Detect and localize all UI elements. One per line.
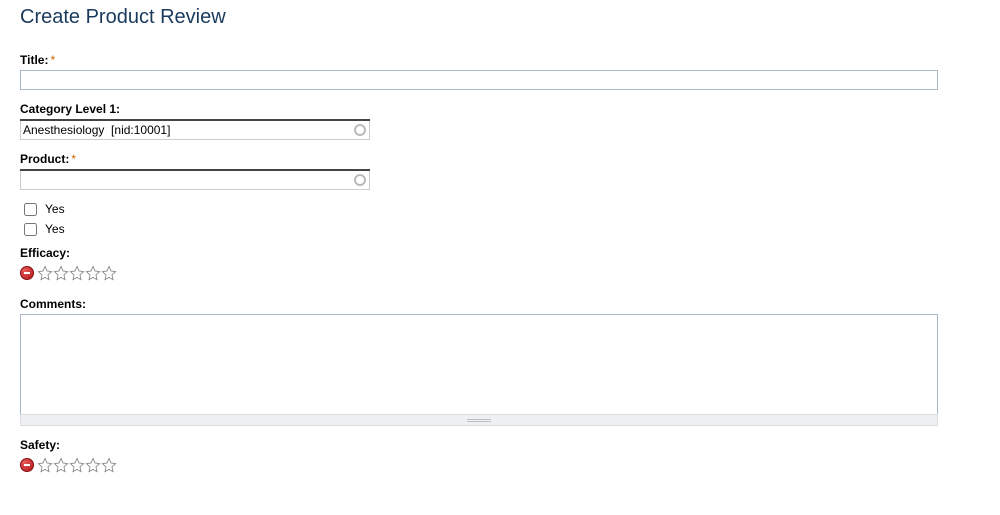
product-autocomplete bbox=[20, 169, 370, 190]
safety-field-row: Safety: bbox=[20, 438, 980, 473]
product-input[interactable] bbox=[20, 171, 370, 190]
efficacy-star-5[interactable] bbox=[101, 265, 117, 281]
safety-star-5[interactable] bbox=[101, 457, 117, 473]
checkbox2-label: Yes bbox=[45, 222, 65, 236]
efficacy-label: Efficacy: bbox=[20, 246, 70, 260]
category1-autocomplete bbox=[20, 119, 370, 140]
title-field-row: Title:* bbox=[20, 53, 980, 90]
efficacy-star-4[interactable] bbox=[85, 265, 101, 281]
checkbox1[interactable] bbox=[24, 203, 37, 216]
title-input[interactable] bbox=[20, 70, 938, 90]
efficacy-star-2[interactable] bbox=[53, 265, 69, 281]
category1-field-row: Category Level 1: bbox=[20, 102, 980, 140]
checkbox2-row: Yes bbox=[24, 222, 980, 236]
page-title: Create Product Review bbox=[20, 6, 980, 29]
required-asterisk: * bbox=[50, 53, 55, 67]
safety-label: Safety: bbox=[20, 438, 60, 452]
product-field-row: Product:* bbox=[20, 152, 980, 190]
comments-label: Comments: bbox=[20, 297, 86, 311]
efficacy-cancel-icon[interactable] bbox=[20, 266, 34, 280]
safety-cancel-icon[interactable] bbox=[20, 458, 34, 472]
safety-star-2[interactable] bbox=[53, 457, 69, 473]
autocomplete-throbber-icon bbox=[354, 174, 366, 186]
required-asterisk: * bbox=[71, 152, 76, 166]
product-label: Product: bbox=[20, 152, 69, 166]
efficacy-rating bbox=[20, 265, 980, 281]
comments-textarea[interactable] bbox=[20, 314, 938, 414]
grip-icon bbox=[467, 419, 491, 422]
title-label: Title: bbox=[20, 53, 48, 67]
safety-rating bbox=[20, 457, 980, 473]
checkbox1-row: Yes bbox=[24, 202, 980, 216]
safety-star-3[interactable] bbox=[69, 457, 85, 473]
autocomplete-throbber-icon bbox=[354, 124, 366, 136]
checkbox1-label: Yes bbox=[45, 202, 65, 216]
checkbox2[interactable] bbox=[24, 223, 37, 236]
safety-star-1[interactable] bbox=[37, 457, 53, 473]
textarea-resize-handle[interactable] bbox=[20, 414, 938, 426]
comments-field-row: Comments: bbox=[20, 297, 980, 426]
category1-input[interactable] bbox=[20, 121, 370, 140]
efficacy-star-3[interactable] bbox=[69, 265, 85, 281]
efficacy-field-row: Efficacy: bbox=[20, 246, 980, 281]
efficacy-star-1[interactable] bbox=[37, 265, 53, 281]
safety-star-4[interactable] bbox=[85, 457, 101, 473]
category1-label: Category Level 1: bbox=[20, 102, 120, 116]
